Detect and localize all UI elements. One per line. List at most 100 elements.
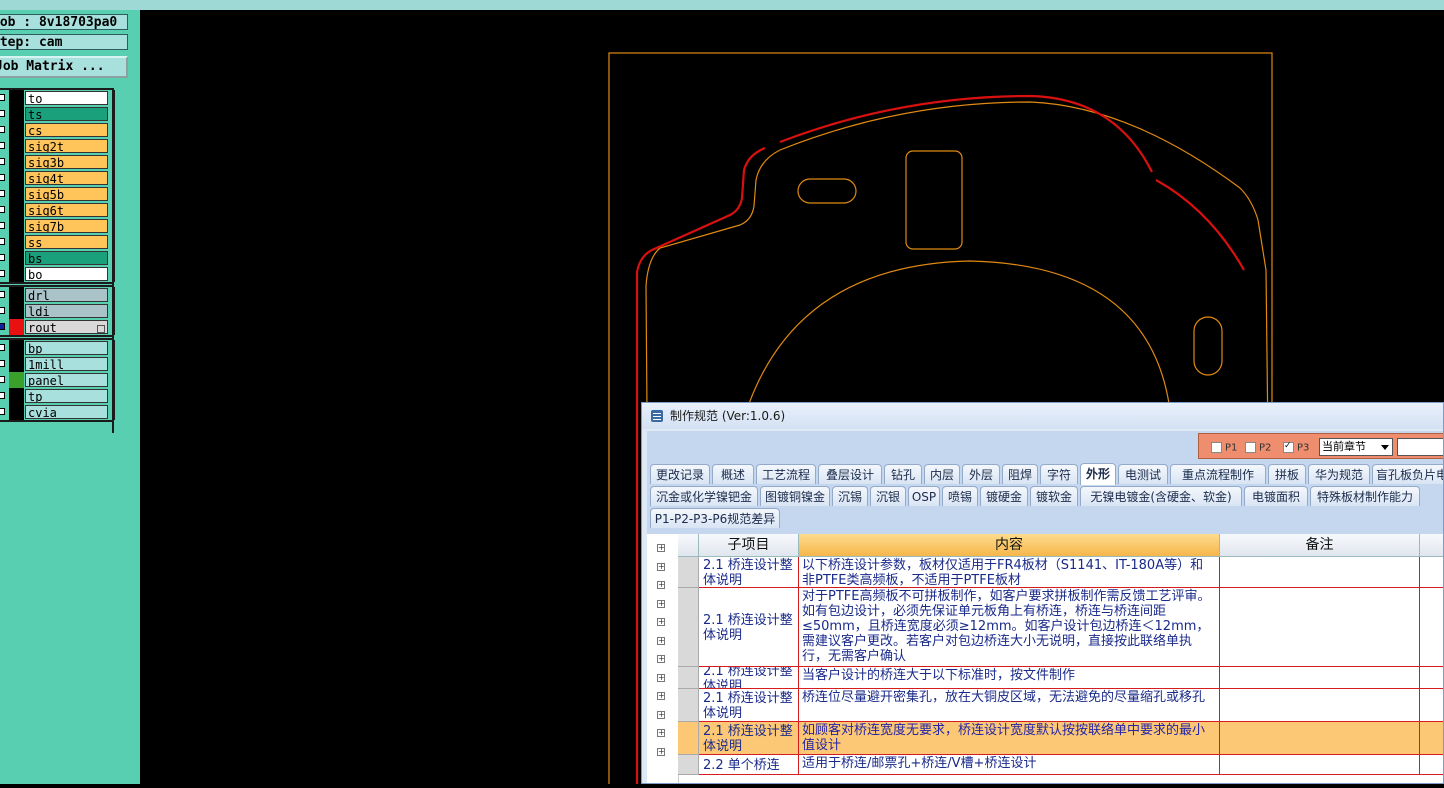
layer-color-swatch[interactable] bbox=[9, 340, 24, 356]
tab-row1-8[interactable]: 字符 bbox=[1040, 464, 1078, 484]
tab-row2-10[interactable]: 特殊板材制作能力 bbox=[1310, 486, 1420, 506]
layer-name[interactable]: drl bbox=[25, 288, 108, 302]
layer-checkbox[interactable] bbox=[0, 174, 5, 181]
layer-color-swatch[interactable] bbox=[9, 202, 24, 218]
layer-color-swatch[interactable] bbox=[9, 170, 24, 186]
cell-extra[interactable] bbox=[1420, 689, 1443, 722]
tab-row1-6[interactable]: 外层 bbox=[962, 464, 1000, 484]
layer-color-swatch[interactable] bbox=[9, 154, 24, 170]
layer-color-swatch[interactable] bbox=[9, 404, 24, 420]
layer-color-swatch[interactable] bbox=[9, 266, 24, 282]
layer-name[interactable]: bp bbox=[25, 341, 108, 355]
filter-p1[interactable]: P1 bbox=[1211, 442, 1237, 454]
tab-row2-8[interactable]: 无镍电镀金(含硬金、软金) bbox=[1080, 486, 1242, 506]
layer-checkbox[interactable] bbox=[0, 190, 5, 197]
tab-row1-5[interactable]: 内层 bbox=[924, 464, 960, 484]
tab-row1-4[interactable]: 钻孔 bbox=[884, 464, 922, 484]
cell-sub[interactable]: 2.1 桥连设计整体说明 bbox=[699, 722, 799, 755]
expand-plus-icon[interactable]: + bbox=[657, 710, 665, 719]
layer-color-swatch[interactable] bbox=[9, 106, 24, 122]
layer-color-swatch[interactable] bbox=[9, 287, 24, 303]
layer-row-sig6t[interactable]: sig6t bbox=[0, 202, 112, 218]
layer-row-bs[interactable]: bs bbox=[0, 250, 112, 266]
layer-checkbox[interactable] bbox=[0, 270, 5, 277]
expand-plus-icon[interactable]: + bbox=[657, 692, 665, 700]
layer-checkbox[interactable] bbox=[0, 376, 5, 383]
column-header-content[interactable]: 内容 bbox=[799, 534, 1220, 557]
tab-row2-6[interactable]: 镀硬金 bbox=[980, 486, 1028, 506]
layer-row-bp[interactable]: bp bbox=[0, 340, 112, 356]
tab-row1-1[interactable]: 概述 bbox=[712, 464, 754, 484]
layer-row-tp[interactable]: tp bbox=[0, 388, 112, 404]
cell-sub[interactable]: 2.2 单个桥连 bbox=[699, 755, 799, 775]
row-selector[interactable] bbox=[678, 667, 699, 689]
cell-content[interactable]: 对于PTFE高频板不可拼板制作，如客户要求拼板制作需反馈工艺评审。如有包边设计，… bbox=[799, 588, 1220, 667]
layer-row-sig7b[interactable]: sig7b bbox=[0, 218, 112, 234]
cell-extra[interactable] bbox=[1420, 557, 1443, 588]
layer-checkbox[interactable] bbox=[0, 142, 5, 149]
cell-extra[interactable] bbox=[1420, 722, 1443, 755]
expand-plus-icon[interactable]: + bbox=[657, 747, 665, 756]
column-header-note[interactable]: 备注 bbox=[1220, 534, 1420, 557]
layer-color-swatch[interactable] bbox=[9, 138, 24, 154]
layer-color-swatch[interactable] bbox=[9, 186, 24, 202]
expand-plus-icon[interactable]: + bbox=[657, 655, 665, 663]
layer-color-swatch[interactable] bbox=[9, 250, 24, 266]
tab-row2-2[interactable]: 沉锡 bbox=[832, 486, 868, 506]
table-row[interactable]: 2.1 桥连设计整体说明 如顾客对桥连宽度无要求，桥连设计宽度默认按按联络单中要求… bbox=[678, 722, 1443, 755]
tab-row1-3[interactable]: 叠层设计 bbox=[818, 464, 882, 484]
tab-row2-7[interactable]: 镀软金 bbox=[1030, 486, 1078, 506]
select-all-corner[interactable] bbox=[678, 534, 699, 557]
layer-checkbox[interactable] bbox=[0, 307, 5, 314]
layer-name[interactable]: sig7b bbox=[25, 219, 108, 233]
tab-row2-0[interactable]: 沉金或化学镍钯金 bbox=[650, 486, 758, 506]
layer-name[interactable]: sig6t bbox=[25, 203, 108, 217]
layer-name[interactable]: rout bbox=[25, 320, 108, 334]
table-row[interactable]: 2.2 单个桥连 适用于桥连/邮票孔+桥连/V槽+桥连设计 bbox=[678, 755, 1443, 775]
tab-row1-11[interactable]: 重点流程制作 bbox=[1170, 464, 1266, 484]
tab-row2-4[interactable]: OSP bbox=[908, 486, 940, 506]
cell-note[interactable] bbox=[1220, 557, 1420, 588]
layer-checkbox[interactable] bbox=[0, 408, 5, 415]
cell-extra[interactable] bbox=[1420, 667, 1443, 689]
layer-row-ts[interactable]: ts bbox=[0, 106, 112, 122]
layer-name[interactable]: 1mill bbox=[25, 357, 108, 371]
tab-row1-2[interactable]: 工艺流程 bbox=[756, 464, 816, 484]
layer-checkbox[interactable] bbox=[0, 360, 5, 367]
cell-content[interactable]: 以下桥连设计参数，板材仅适用于FR4板材（S1141、IT-180A等）和非PT… bbox=[799, 557, 1220, 588]
row-selector[interactable] bbox=[678, 755, 699, 775]
table-row[interactable]: 2.1 桥连设计整体说明 桥连位尽量避开密集孔，放在大铜皮区域，无法避免的尽量缩孔… bbox=[678, 689, 1443, 722]
layer-row-cs[interactable]: cs bbox=[0, 122, 112, 138]
cell-note[interactable] bbox=[1220, 667, 1420, 689]
layer-checkbox[interactable] bbox=[0, 344, 5, 351]
layer-checkbox[interactable] bbox=[0, 254, 5, 261]
cell-note[interactable] bbox=[1220, 722, 1420, 755]
tab-row2-1[interactable]: 图镀铜镍金 bbox=[760, 486, 830, 506]
expand-plus-icon[interactable]: + bbox=[657, 562, 665, 571]
layer-checkbox[interactable] bbox=[0, 158, 5, 165]
layer-color-swatch[interactable] bbox=[9, 388, 24, 404]
cell-content[interactable]: 桥连位尽量避开密集孔，放在大铜皮区域，无法避免的尽量缩孔或移孔 bbox=[799, 689, 1220, 722]
layer-checkbox[interactable] bbox=[0, 323, 5, 330]
expand-plus-icon[interactable]: + bbox=[657, 673, 665, 682]
tab-row3-0[interactable]: P1-P2-P3-P6规范差异 bbox=[650, 508, 780, 528]
layer-row-bo[interactable]: bo bbox=[0, 266, 112, 282]
cell-content[interactable]: 当客户设计的桥连大于以下标准时，按文件制作 bbox=[799, 667, 1220, 689]
layer-checkbox[interactable] bbox=[0, 126, 5, 133]
column-header-sub[interactable]: 子项目 bbox=[699, 534, 799, 557]
row-selector[interactable] bbox=[678, 722, 699, 755]
layer-checkbox[interactable] bbox=[0, 238, 5, 245]
layer-row-ldi[interactable]: ldi bbox=[0, 303, 112, 319]
filter-p2[interactable]: P2 bbox=[1245, 442, 1271, 454]
layer-color-swatch[interactable] bbox=[9, 234, 24, 250]
cell-extra[interactable] bbox=[1420, 755, 1443, 775]
layer-row-sig3b[interactable]: sig3b bbox=[0, 154, 112, 170]
cell-note[interactable] bbox=[1220, 755, 1420, 775]
layer-checkbox[interactable] bbox=[0, 110, 5, 117]
cell-sub[interactable]: 2.1 桥连设计整体说明 bbox=[699, 689, 799, 722]
filter-p3[interactable]: P3 bbox=[1283, 441, 1309, 454]
layer-color-swatch[interactable] bbox=[9, 218, 24, 234]
expand-plus-icon[interactable]: + bbox=[657, 599, 665, 608]
layer-row-sig4t[interactable]: sig4t bbox=[0, 170, 112, 186]
layer-row-to[interactable]: to bbox=[0, 90, 112, 106]
